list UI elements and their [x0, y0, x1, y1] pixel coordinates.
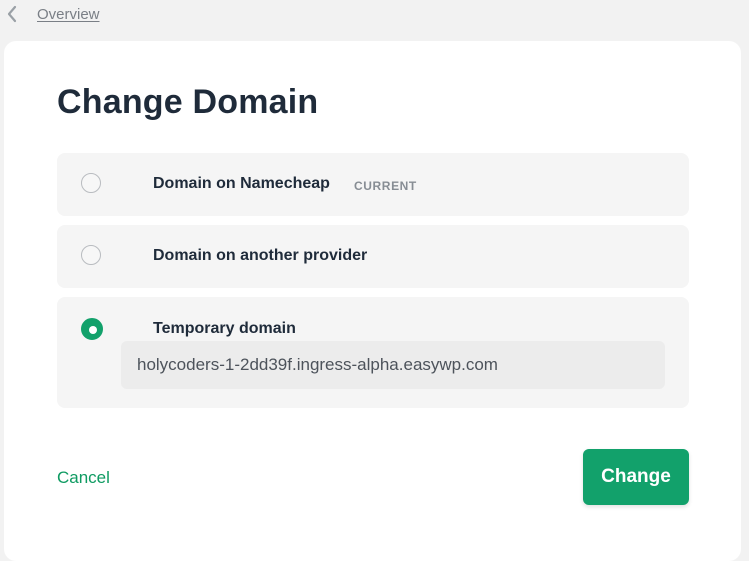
option-label-namecheap: Domain on Namecheap: [153, 175, 330, 192]
overview-link[interactable]: Overview: [37, 6, 100, 23]
temporary-domain-field[interactable]: [121, 341, 665, 389]
current-badge: CURRENT: [354, 179, 417, 193]
option-label-temporary: Temporary domain: [153, 320, 296, 337]
radio-another-provider[interactable]: [81, 245, 101, 265]
cancel-button[interactable]: Cancel: [57, 468, 110, 488]
option-label-another-provider: Domain on another provider: [153, 247, 368, 264]
option-namecheap-domain[interactable]: Domain on Namecheap CURRENT: [57, 153, 689, 216]
chevron-left-icon[interactable]: [4, 5, 20, 23]
change-button[interactable]: Change: [583, 449, 689, 505]
option-temporary-domain[interactable]: Temporary domain: [57, 297, 689, 408]
change-domain-card: Change Domain Domain on Namecheap CURREN…: [4, 41, 741, 561]
radio-namecheap[interactable]: [81, 173, 101, 193]
option-another-provider[interactable]: Domain on another provider: [57, 225, 689, 288]
radio-temporary-domain[interactable]: [81, 318, 103, 340]
page-title: Change Domain: [57, 83, 319, 121]
